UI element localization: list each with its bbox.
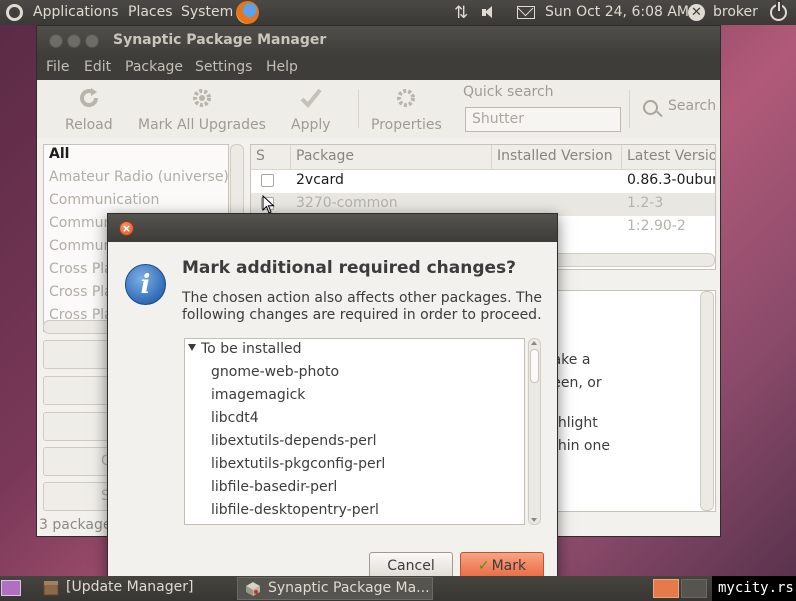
synaptic-titlebar: Synaptic Package Manager <box>37 26 720 56</box>
description-scrollbar[interactable] <box>700 291 714 511</box>
list-item[interactable]: libextutils-pkgconfig-perl <box>211 456 385 472</box>
menu-help[interactable]: Help <box>266 59 298 75</box>
update-manager-icon <box>43 581 59 596</box>
column-header-status[interactable]: S <box>251 145 291 170</box>
latest-version: 0.86.3-0ubunt <box>627 172 715 188</box>
volume-icon[interactable] <box>482 6 495 19</box>
menu-package[interactable]: Package <box>125 59 183 75</box>
places-menu[interactable]: Places <box>128 4 173 20</box>
category-item[interactable]: Amateur Radio (universe) <box>44 168 228 191</box>
dialog-body-line: The chosen action also affects other pac… <box>182 290 543 306</box>
watermark: mycity.rs <box>712 576 796 601</box>
window-minimize-icon[interactable] <box>67 34 81 48</box>
checkmark-icon <box>300 88 322 108</box>
taskbar-item-update-manager[interactable]: [Update Manager] <box>36 577 232 600</box>
workspace-2[interactable] <box>681 579 707 598</box>
toolbar: Reload Mark All Upgrades Apply Propertie… <box>37 80 720 138</box>
dialog-body-line: following changes are required in order … <box>182 307 542 323</box>
list-item[interactable]: libcdt4 <box>211 410 259 426</box>
column-header-installed[interactable]: Installed Version <box>492 145 622 170</box>
list-item[interactable]: libextutils-depends-perl <box>211 433 377 449</box>
tree-group-label: To be installed <box>201 341 302 357</box>
changes-list-scrollbar[interactable] <box>528 338 541 525</box>
list-item[interactable]: libfile-desktopentry-perl <box>211 502 379 518</box>
menu-edit[interactable]: Edit <box>84 59 111 75</box>
mouse-pointer-icon <box>262 195 275 214</box>
quick-search-input[interactable]: Shutter <box>465 107 621 132</box>
menu-file[interactable]: File <box>46 59 69 75</box>
toolbar-separator <box>358 90 359 128</box>
applications-menu[interactable]: Applications <box>33 4 119 20</box>
package-checkbox[interactable] <box>261 174 274 187</box>
package-name: 2vcard <box>296 172 344 188</box>
user-name[interactable]: broker <box>713 4 758 20</box>
power-icon[interactable] <box>770 2 787 21</box>
category-item[interactable]: Communication <box>44 191 228 214</box>
latest-version: 1.2-3 <box>627 195 664 211</box>
dialog-body: The chosen action also affects other pac… <box>182 290 542 324</box>
network-icon[interactable]: ⇅ <box>454 3 468 23</box>
system-menu[interactable]: System <box>181 4 233 20</box>
list-item[interactable]: libfile-basedir-perl <box>211 479 337 495</box>
toolbar-separator <box>629 90 630 128</box>
scroll-thumb[interactable] <box>530 349 539 383</box>
show-desktop-icon[interactable] <box>1 580 21 596</box>
properties-label: Properties <box>371 117 442 133</box>
mark-all-label: Mark All Upgrades <box>138 117 266 133</box>
list-item[interactable]: gnome-web-photo <box>211 364 339 380</box>
mark-changes-dialog: × i Mark additional required changes? Th… <box>107 213 558 588</box>
reload-label: Reload <box>65 117 113 133</box>
cancel-label: Cancel <box>387 558 435 574</box>
changes-list[interactable]: To be installed gnome-web-photo imagemag… <box>184 338 525 525</box>
dialog-close-icon[interactable]: × <box>119 221 134 236</box>
properties-gear-icon <box>397 89 416 107</box>
status-bar-text: 3 package <box>39 517 112 533</box>
scroll-down-icon[interactable] <box>531 518 537 522</box>
latest-version: 1:2.90-2 <box>627 218 686 234</box>
bottom-panel: [Update Manager] Synaptic Package Ma... … <box>0 576 796 601</box>
mark-all-upgrades-button[interactable]: Mark All Upgrades <box>138 86 266 133</box>
mark-label: Mark <box>491 558 527 574</box>
taskbar-item-label: Synaptic Package Ma... <box>268 580 430 596</box>
menu-settings[interactable]: Settings <box>195 59 252 75</box>
synaptic-icon <box>246 582 260 596</box>
scroll-up-icon[interactable] <box>531 341 537 345</box>
table-row[interactable]: 2vcard 0.86.3-0ubunt <box>251 170 715 193</box>
search-label: Search <box>668 98 717 114</box>
gear-icon <box>192 89 211 107</box>
clock[interactable]: Sun Oct 24, 6:08 AM <box>545 4 689 20</box>
top-panel: Applications Places System ⇅ Sun Oct 24,… <box>0 0 796 25</box>
dialog-titlebar: × <box>108 214 557 242</box>
package-name: 3270-common <box>296 195 398 211</box>
column-header-latest[interactable]: Latest Version <box>622 145 715 170</box>
menubar: File Edit Package Settings Help <box>37 56 720 80</box>
workspace-1[interactable] <box>653 579 679 598</box>
category-item[interactable]: All <box>44 145 228 168</box>
expander-arrow-icon[interactable] <box>188 344 196 351</box>
firefox-launcher-icon[interactable] <box>236 1 259 24</box>
column-header-package[interactable]: Package <box>291 145 492 170</box>
dialog-heading: Mark additional required changes? <box>182 258 517 278</box>
quick-search-label: Quick search <box>463 84 554 100</box>
reload-icon <box>79 88 98 108</box>
properties-button[interactable]: Properties <box>371 86 442 133</box>
list-item[interactable]: imagemagick <box>211 387 305 403</box>
mail-icon[interactable] <box>517 6 535 19</box>
taskbar-item-synaptic[interactable]: Synaptic Package Ma... <box>237 577 433 600</box>
ubuntu-logo-icon[interactable] <box>6 4 23 21</box>
user-icon[interactable]: ✕ <box>688 4 705 21</box>
tree-group-to-be-installed[interactable]: To be installed <box>185 341 302 357</box>
apply-label: Apply <box>291 117 331 133</box>
window-title: Synaptic Package Manager <box>113 32 327 48</box>
info-icon: i <box>125 264 166 305</box>
window-maximize-icon[interactable] <box>85 34 99 48</box>
reload-button[interactable]: Reload <box>65 86 113 133</box>
search-icon <box>643 100 658 115</box>
taskbar-item-label: [Update Manager] <box>66 579 194 595</box>
apply-button[interactable]: Apply <box>291 86 331 133</box>
window-close-icon[interactable] <box>49 34 63 48</box>
